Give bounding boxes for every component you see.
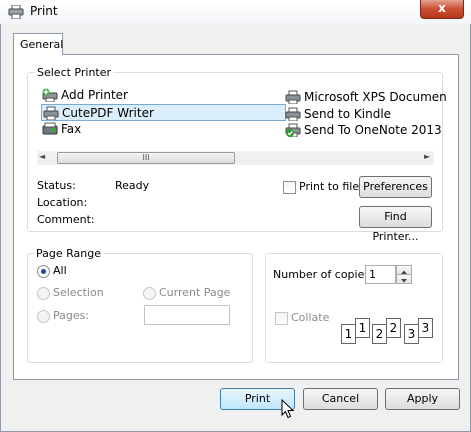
current-page-radio[interactable]	[143, 287, 156, 300]
select-printer-label: Select Printer	[35, 66, 114, 79]
page-range-label: Page Range	[34, 247, 103, 260]
default-printer-icon	[285, 123, 301, 137]
collate-page: 3	[418, 318, 433, 338]
fax-icon	[42, 122, 58, 135]
collate-page: 1	[341, 324, 356, 344]
selection-label: Selection	[53, 286, 104, 299]
pages-input[interactable]	[144, 305, 230, 325]
close-button[interactable]: x	[420, 0, 464, 19]
collate-page: 3	[404, 324, 419, 344]
location-label: Location:	[37, 196, 88, 209]
tab-general[interactable]: General	[13, 33, 63, 55]
printer-item-microsoft-xps[interactable]: Microsoft XPS Documen	[285, 89, 447, 105]
cancel-button[interactable]: Cancel	[303, 388, 378, 410]
status-value: Ready	[115, 179, 150, 192]
print-to-file-checkbox[interactable]	[283, 181, 296, 194]
printer-icon	[8, 5, 24, 19]
printer-icon	[285, 90, 301, 104]
title-bar	[0, 0, 471, 24]
printer-icon	[43, 106, 59, 120]
preferences-button[interactable]: Preferences	[359, 176, 432, 198]
printer-item-send-to-onenote[interactable]: Send To OneNote 2013	[285, 122, 442, 138]
printer-icon	[285, 107, 301, 121]
printer-name: Microsoft XPS Documen	[304, 90, 447, 104]
printer-name: Fax	[61, 122, 82, 136]
printer-name: Send to Kindle	[304, 107, 392, 121]
all-radio[interactable]	[37, 265, 50, 278]
printer-name: Add Printer	[61, 88, 128, 102]
pages-label: Pages:	[53, 309, 90, 322]
printer-item-cutepdf-writer[interactable]: CutePDF Writer	[41, 104, 286, 121]
add-printer-icon	[42, 88, 58, 102]
number-of-copies-label: Number of copies:	[273, 268, 374, 281]
status-label: Status:	[37, 179, 76, 192]
printer-item-fax[interactable]: Fax	[42, 121, 81, 137]
collate-page: 2	[372, 324, 387, 344]
selection-radio[interactable]	[37, 287, 50, 300]
all-label: All	[53, 264, 67, 277]
mouse-cursor-icon	[281, 399, 294, 419]
printer-item-add-printer[interactable]: Add Printer	[42, 87, 128, 103]
collate-page: 1	[355, 318, 370, 338]
current-page-label: Current Page	[159, 286, 231, 299]
find-printer-button[interactable]: Find Printer...	[359, 206, 432, 243]
pages-radio[interactable]	[37, 310, 50, 323]
collate-page: 2	[386, 318, 401, 338]
scroll-thumb[interactable]: III	[57, 152, 235, 164]
window-title: Print	[30, 4, 58, 18]
comment-label: Comment:	[37, 213, 95, 226]
printer-item-send-to-kindle[interactable]: Send to Kindle	[285, 106, 391, 122]
printer-name: CutePDF Writer	[62, 105, 154, 120]
collate-label: Collate	[291, 311, 330, 324]
scroll-right-arrow-icon[interactable]: ►	[424, 152, 430, 161]
copies-input[interactable]: 1	[365, 265, 396, 284]
arrow-down-icon	[401, 279, 407, 283]
apply-button[interactable]: Apply	[385, 388, 460, 410]
copies-down-button[interactable]	[396, 274, 412, 284]
printer-name: Send To OneNote 2013	[304, 123, 442, 137]
collate-checkbox[interactable]	[275, 312, 288, 325]
scroll-left-arrow-icon[interactable]: ◄	[39, 152, 45, 161]
print-to-file-label: Print to file	[299, 180, 360, 193]
